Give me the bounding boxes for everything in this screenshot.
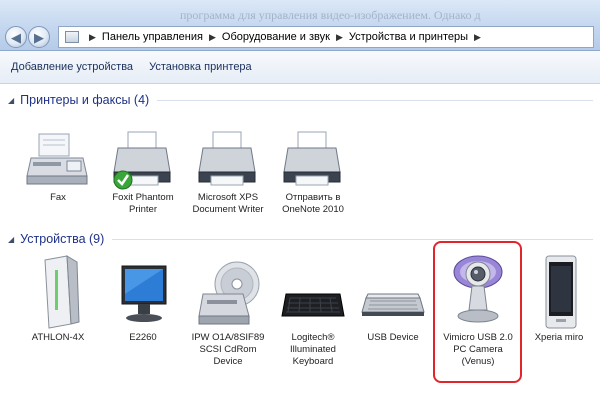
- group-divider: [157, 99, 593, 101]
- title-bar: программа для управления видео-изображен…: [0, 0, 600, 51]
- device-item-foxit-printer[interactable]: Foxit Phantom Printer: [102, 128, 184, 216]
- add-device-button[interactable]: Добавление устройства: [4, 57, 140, 77]
- device-item-keyboard[interactable]: Logitech® Illuminated Keyboard: [272, 254, 354, 368]
- address-bar[interactable]: ▶ Панель управления ▶ Оборудование и зву…: [58, 26, 594, 48]
- breadcrumb-devices-printers[interactable]: Устройства и принтеры: [349, 31, 468, 43]
- usb-device-icon: [361, 293, 425, 316]
- device-item-e2260[interactable]: E2260: [102, 254, 184, 344]
- device-item-cdrom[interactable]: IPW O1A/8SIF89 SCSI CdRom Device: [187, 254, 269, 368]
- device-label: Microsoft XPS Document Writer: [192, 192, 264, 215]
- device-label: Foxit Phantom Printer: [112, 192, 174, 215]
- add-printer-button[interactable]: Установка принтера: [142, 57, 259, 77]
- printer-default-icon: [113, 131, 171, 190]
- control-panel-icon: [65, 31, 79, 43]
- group-divider: [112, 238, 593, 240]
- collapse-arrow-icon[interactable]: ◢: [8, 235, 14, 244]
- device-item-athlon[interactable]: ATHLON-4X: [17, 254, 99, 344]
- device-label: Logitech® Illuminated Keyboard: [290, 332, 336, 367]
- printers-group-header[interactable]: ◢ Принтеры и факсы (4): [8, 90, 593, 110]
- cdrom-icon: [198, 261, 260, 325]
- devices-group-title: Устройства (9): [20, 232, 105, 246]
- forward-button[interactable]: ▶: [28, 26, 50, 48]
- back-button[interactable]: ◀: [5, 26, 27, 48]
- device-item-onenote[interactable]: Отправить в OneNote 2010: [272, 128, 354, 216]
- device-label: Отправить в OneNote 2010: [282, 192, 344, 215]
- highlight-frame: [433, 241, 522, 383]
- collapse-arrow-icon[interactable]: ◢: [8, 96, 14, 105]
- monitor-icon: [121, 265, 167, 322]
- device-item-fax[interactable]: Fax: [17, 128, 99, 204]
- chevron-right-icon[interactable]: ▶: [209, 32, 216, 43]
- device-label: IPW O1A/8SIF89 SCSI CdRom Device: [191, 332, 265, 367]
- command-toolbar: Добавление устройства Установка принтера: [0, 51, 600, 84]
- phone-icon: [545, 255, 577, 329]
- fax-icon: [26, 133, 88, 185]
- forward-arrow-icon: ▶: [34, 29, 44, 45]
- printer-icon: [283, 131, 341, 186]
- chevron-right-icon[interactable]: ▶: [474, 32, 481, 43]
- device-label: Fax: [50, 192, 66, 203]
- breadcrumb-control-panel[interactable]: Панель управления: [102, 31, 203, 43]
- device-label: E2260: [129, 332, 157, 343]
- back-arrow-icon: ◀: [11, 29, 21, 45]
- printer-icon: [198, 131, 256, 186]
- breadcrumb-hardware-sound[interactable]: Оборудование и звук: [222, 31, 330, 43]
- device-label: USB Device: [367, 332, 419, 343]
- chevron-right-icon[interactable]: ▶: [336, 32, 343, 43]
- device-item-xperia[interactable]: Xperia miro: [518, 254, 600, 344]
- computer-icon: [44, 255, 80, 329]
- device-item-usb[interactable]: USB Device: [352, 254, 434, 344]
- printers-group-title: Принтеры и факсы (4): [20, 93, 150, 107]
- device-item-xps-writer[interactable]: Microsoft XPS Document Writer: [187, 128, 269, 216]
- device-label: Xperia miro: [534, 332, 584, 343]
- device-label: ATHLON-4X: [31, 332, 85, 343]
- keyboard-icon: [281, 293, 345, 317]
- chevron-right-icon[interactable]: ▶: [89, 32, 96, 43]
